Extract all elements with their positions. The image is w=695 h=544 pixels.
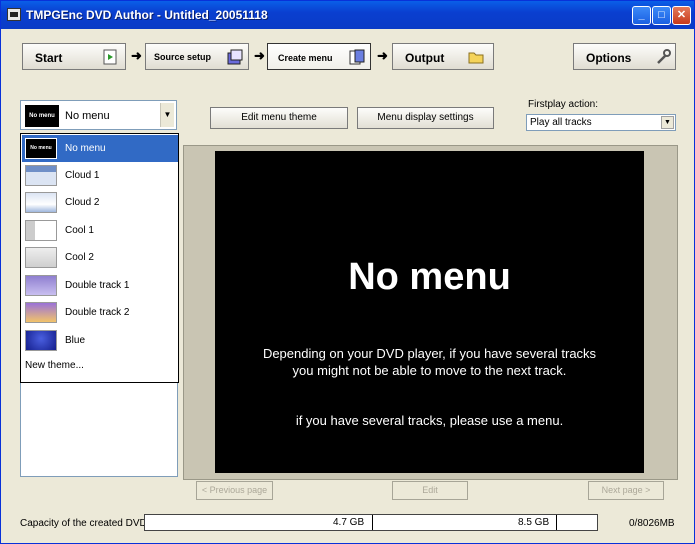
theme-thumbnail: No menu (25, 138, 57, 159)
theme-option-label: Blue (65, 335, 86, 346)
firstplay-label: Firstplay action: (528, 99, 599, 110)
window-title: TMPGEnc DVD Author - Untitled_20051118 (26, 8, 268, 22)
step-toolbar: Start ➜ Source setup ➜ Create menu ➜ Out… (1, 29, 694, 85)
edit-button[interactable]: Edit (392, 481, 468, 500)
theme-option-cloud-1[interactable]: Cloud 1 (22, 162, 178, 189)
main-area: No menu No menu ▼ Edit menu theme Menu d… (1, 85, 694, 544)
menu-theme-dropdown: No menu No menu Cloud 1 Cloud 2 Cool 1 C… (20, 133, 179, 383)
theme-thumbnail (25, 302, 57, 323)
preview-message-line3: if you have several tracks, please use a… (295, 413, 564, 428)
start-step-label: Start (35, 51, 63, 65)
menu-display-settings-button[interactable]: Menu display settings (357, 107, 494, 129)
theme-option-cool-1[interactable]: Cool 1 (22, 217, 178, 244)
capacity-mark (556, 515, 557, 530)
capacity-mark (372, 515, 373, 530)
theme-option-double-track-2[interactable]: Double track 2 (22, 299, 178, 326)
menu-theme-select[interactable]: No menu No menu ▼ (20, 100, 177, 130)
chevron-down-icon[interactable]: ▼ (661, 116, 674, 129)
wrench-icon (657, 49, 671, 64)
theme-thumbnail (25, 165, 57, 186)
selected-theme-thumbnail: No menu (25, 105, 59, 127)
create-menu-step-button[interactable]: Create menu (267, 43, 371, 70)
firstplay-select[interactable]: Play all tracks ▼ (526, 114, 676, 131)
chevron-down-icon[interactable]: ▼ (160, 103, 174, 127)
capacity-mark-label: 8.5 GB (518, 517, 550, 528)
maximize-button[interactable]: □ (652, 6, 671, 25)
step-arrow-icon: ➜ (131, 48, 142, 63)
new-theme-option[interactable]: New theme... (25, 360, 84, 371)
app-window: TMPGEnc DVD Author - Untitled_20051118 _… (0, 0, 695, 544)
output-step-button[interactable]: Output (392, 43, 494, 70)
step-arrow-icon: ➜ (377, 48, 388, 63)
theme-option-double-track-1[interactable]: Double track 1 (22, 272, 178, 299)
edit-menu-theme-button[interactable]: Edit menu theme (210, 107, 348, 129)
create-menu-step-label: Create menu (278, 53, 333, 63)
preview-heading: No menu (348, 256, 511, 298)
minimize-button[interactable]: _ (632, 6, 651, 25)
preview-message-line2: you might not be able to move to the nex… (292, 363, 567, 378)
capacity-bar: 4.7 GB 8.5 GB (144, 514, 598, 531)
start-step-button[interactable]: Start (22, 43, 126, 70)
preview-message-line1: Depending on your DVD player, if you hav… (262, 346, 597, 361)
previous-page-button[interactable]: < Previous page (196, 481, 273, 500)
output-step-label: Output (405, 51, 445, 65)
theme-thumbnail (25, 192, 57, 213)
theme-option-label: Cool 2 (65, 252, 94, 263)
selected-theme-label: No menu (65, 110, 110, 122)
step-arrow-icon: ➜ (254, 48, 265, 63)
capacity-mark-label: 4.7 GB (333, 517, 365, 528)
start-icon (103, 49, 117, 65)
close-button[interactable]: ✕ (672, 6, 691, 25)
create-menu-icon (349, 49, 365, 65)
options-button[interactable]: Options (573, 43, 676, 70)
theme-option-cool-2[interactable]: Cool 2 (22, 244, 178, 271)
theme-thumbnail (25, 220, 57, 241)
title-bar[interactable]: TMPGEnc DVD Author - Untitled_20051118 _… (1, 1, 694, 29)
source-setup-step-label: Source setup (154, 52, 212, 62)
capacity-usage: 0/8026MB (629, 518, 675, 529)
firstplay-value: Play all tracks (530, 117, 592, 128)
next-page-button[interactable]: Next page > (588, 481, 664, 500)
theme-option-label: Cool 1 (65, 225, 94, 236)
capacity-label: Capacity of the created DVD: (20, 518, 150, 529)
theme-thumbnail (25, 275, 57, 296)
theme-thumbnail (25, 330, 57, 351)
theme-option-label: Double track 2 (65, 307, 130, 318)
app-icon (7, 8, 21, 21)
source-setup-icon (227, 49, 243, 65)
theme-option-cloud-2[interactable]: Cloud 2 (22, 189, 178, 216)
theme-thumbnail (25, 247, 57, 268)
theme-option-blue[interactable]: Blue (22, 327, 178, 354)
folder-icon (468, 52, 484, 64)
menu-preview: No menu Depending on your DVD player, if… (215, 151, 644, 473)
source-setup-step-button[interactable]: Source setup (145, 43, 249, 70)
theme-option-no-menu[interactable]: No menu No menu (22, 135, 178, 162)
theme-option-label: Double track 1 (65, 280, 130, 291)
theme-option-label: Cloud 1 (65, 170, 100, 181)
theme-option-label: No menu (65, 143, 106, 154)
preview-message: Depending on your DVD player, if you hav… (215, 345, 644, 379)
theme-option-label: Cloud 2 (65, 197, 100, 208)
options-label: Options (586, 51, 632, 65)
